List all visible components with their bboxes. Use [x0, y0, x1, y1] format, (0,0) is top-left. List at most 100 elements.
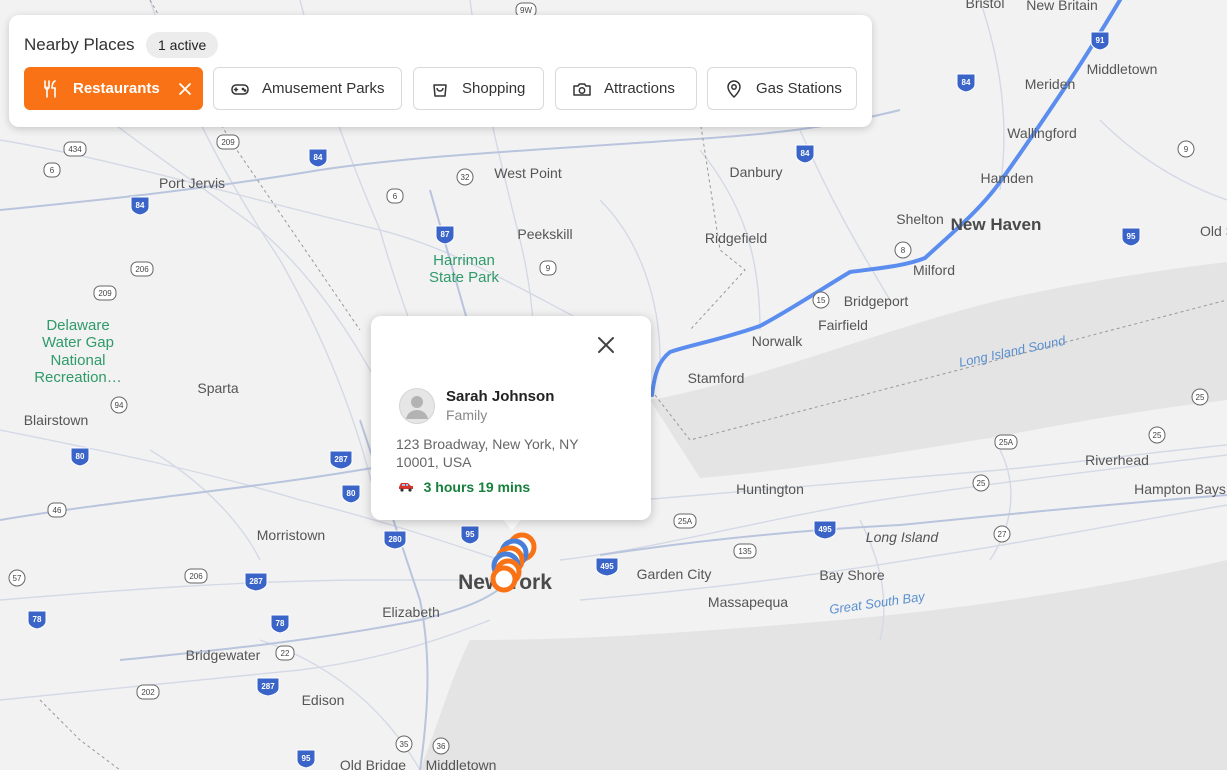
place-new-britain: New Britain — [1026, 0, 1098, 13]
chip-gas-stations[interactable]: Gas Stations — [707, 67, 857, 110]
park-harriman-line2: State Park — [429, 269, 500, 286]
svg-text:78: 78 — [276, 619, 285, 628]
place-sparta: Sparta — [197, 380, 238, 396]
route-46-shield: 46 — [47, 502, 67, 518]
park-delaware-line1: Delaware — [46, 317, 109, 334]
contact-address: 123 Broadway, New York, NY 10001, USA — [396, 436, 579, 470]
map-marker[interactable] — [490, 565, 518, 593]
place-elizabeth: Elizabeth — [382, 604, 440, 620]
svg-text:495: 495 — [818, 525, 832, 534]
svg-text:35: 35 — [400, 740, 409, 749]
nearby-places-panel: Nearby Places 1 active Restaurants Amuse… — [9, 15, 872, 127]
place-hampton-bays: Hampton Bays — [1134, 481, 1226, 497]
route-35-shield: 35 — [395, 735, 413, 753]
chip-label: Restaurants — [73, 80, 160, 97]
place-milford: Milford — [913, 262, 955, 278]
place-garden-city: Garden City — [637, 566, 712, 582]
svg-text:32: 32 — [461, 173, 470, 182]
svg-text:25: 25 — [977, 479, 986, 488]
place-bridgewater: Bridgewater — [186, 647, 261, 663]
route-8-shield: 8 — [894, 241, 912, 259]
svg-text:95: 95 — [466, 530, 475, 539]
svg-text:25A: 25A — [678, 517, 693, 526]
svg-text:25: 25 — [1153, 431, 1162, 440]
svg-text:27: 27 — [998, 530, 1007, 539]
svg-text:202: 202 — [141, 688, 155, 697]
place-riverhead: Riverhead — [1085, 452, 1149, 468]
place-morristown: Morristown — [257, 527, 325, 543]
interstate-287-shield: 287 — [244, 572, 268, 592]
route-25-shield: 25 — [1191, 388, 1209, 406]
place-edison: Edison — [302, 692, 345, 708]
svg-text:209: 209 — [221, 138, 235, 147]
svg-text:434: 434 — [68, 145, 82, 154]
place-middletown-nj: Middletown — [426, 757, 497, 770]
interstate-84-shield: 84 — [308, 148, 328, 168]
interstate-84-shield: 84 — [130, 196, 150, 216]
route-209-shield: 209 — [216, 134, 240, 150]
interstate-95-shield: 95 — [460, 525, 480, 545]
place-new-haven: New Haven — [951, 215, 1042, 234]
interstate-91-shield: 91 — [1090, 31, 1110, 51]
interstate-84-shield: 84 — [956, 73, 976, 93]
panel-title: Nearby Places — [24, 35, 135, 54]
route-25A-shield: 25A — [673, 513, 697, 529]
camera-icon — [572, 79, 592, 99]
route-6-shield: 6 — [43, 162, 61, 178]
svg-text:287: 287 — [249, 577, 263, 586]
svg-text:80: 80 — [347, 489, 356, 498]
svg-text:22: 22 — [281, 649, 290, 658]
svg-text:6: 6 — [393, 192, 398, 201]
interstate-80-shield: 80 — [341, 484, 361, 504]
popup-close-button[interactable] — [595, 334, 617, 356]
chip-restaurants[interactable]: Restaurants — [24, 67, 203, 110]
svg-text:95: 95 — [302, 754, 311, 763]
chip-shopping[interactable]: Shopping — [413, 67, 544, 110]
svg-text:25A: 25A — [999, 438, 1014, 447]
travel-time-value: 3 hours 19 mins — [423, 479, 531, 495]
svg-text:6: 6 — [50, 166, 55, 175]
svg-text:287: 287 — [261, 682, 275, 691]
place-bridgeport: Bridgeport — [844, 293, 909, 309]
place-norwalk: Norwalk — [752, 333, 804, 349]
route-6-shield: 6 — [386, 188, 404, 204]
place-massapequa: Massapequa — [708, 594, 788, 610]
travel-time: 3 hours 19 mins — [398, 479, 530, 495]
route-206-shield: 206 — [184, 568, 208, 584]
svg-text:206: 206 — [189, 572, 203, 581]
place-stamford: Stamford — [688, 370, 745, 386]
shopping-bag-icon — [430, 79, 450, 99]
place-hamden: Hamden — [981, 170, 1034, 186]
interstate-87-shield: 87 — [435, 225, 455, 245]
svg-text:84: 84 — [314, 153, 323, 162]
route-57-shield: 57 — [8, 569, 26, 587]
place-middletown-ct: Middletown — [1087, 61, 1158, 77]
svg-text:495: 495 — [600, 562, 614, 571]
active-count-badge: 1 active — [146, 32, 219, 58]
route-27-shield: 27 — [993, 525, 1011, 543]
svg-text:87: 87 — [441, 230, 450, 239]
contact-relation: Family — [446, 407, 488, 423]
svg-text:78: 78 — [33, 615, 42, 624]
map-pin-icon — [724, 79, 744, 99]
place-danbury: Danbury — [730, 164, 783, 180]
chip-label: Amusement Parks — [262, 80, 385, 97]
svg-text:9W: 9W — [520, 6, 532, 15]
route-135-shield: 135 — [733, 543, 757, 559]
interstate-287-shield: 287 — [329, 450, 353, 470]
route-25-shield: 25 — [972, 474, 990, 492]
svg-text:57: 57 — [13, 574, 22, 583]
close-icon[interactable] — [178, 82, 192, 96]
chip-attractions[interactable]: Attractions — [555, 67, 697, 110]
utensils-icon — [41, 79, 61, 99]
svg-text:84: 84 — [962, 78, 971, 87]
place-old-s: Old S — [1200, 223, 1227, 239]
interstate-495-shield: 495 — [813, 520, 837, 540]
svg-text:9: 9 — [1184, 145, 1189, 154]
place-peekskill: Peekskill — [517, 226, 572, 242]
car-icon — [398, 480, 418, 495]
park-delaware-line4: Recreation… — [34, 369, 122, 386]
svg-text:287: 287 — [334, 455, 348, 464]
interstate-287-shield: 287 — [256, 677, 280, 697]
chip-amusement-parks[interactable]: Amusement Parks — [213, 67, 402, 110]
